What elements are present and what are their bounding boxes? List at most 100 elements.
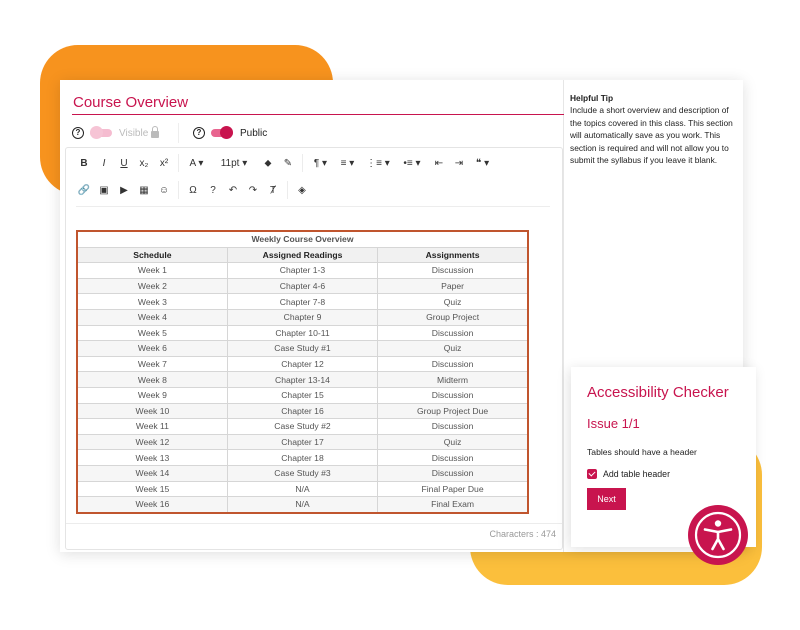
table-cell[interactable]: Discussion: [378, 263, 528, 279]
table-row: Week 8Chapter 13-14Midterm: [77, 372, 528, 388]
table-cell[interactable]: Final Paper Due: [378, 481, 528, 497]
subscript-button[interactable]: x₂: [134, 152, 154, 174]
unordered-list-dropdown[interactable]: •≡ ▾: [395, 152, 429, 174]
table-cell[interactable]: Week 7: [77, 356, 227, 372]
help-circle-icon[interactable]: ?: [193, 127, 205, 139]
table-cell[interactable]: Week 6: [77, 341, 227, 357]
table-cell[interactable]: Chapter 17: [227, 434, 377, 450]
table-cell[interactable]: Discussion: [378, 465, 528, 481]
table-row: Week 4Chapter 9Group Project: [77, 309, 528, 325]
font-color-dropdown[interactable]: A ▾: [183, 152, 210, 174]
table-cell[interactable]: Week 13: [77, 450, 227, 466]
paragraph-dropdown[interactable]: ¶ ▾: [307, 152, 334, 174]
fill-color-icon[interactable]: ⬥: [258, 152, 278, 174]
emoji-icon[interactable]: ☺: [154, 179, 174, 201]
public-toggle[interactable]: [211, 129, 233, 137]
table-row: Week 1Chapter 1-3Discussion: [77, 263, 528, 279]
table-cell[interactable]: Week 5: [77, 325, 227, 341]
table-cell[interactable]: Week 8: [77, 372, 227, 388]
table-cell[interactable]: Chapter 16: [227, 403, 377, 419]
table-cell[interactable]: Week 14: [77, 465, 227, 481]
tip-title: Helpful Tip: [570, 92, 738, 104]
table-cell[interactable]: Discussion: [378, 450, 528, 466]
table-cell[interactable]: Week 3: [77, 294, 227, 310]
table-cell[interactable]: Chapter 1-3: [227, 263, 377, 279]
clear-format-icon[interactable]: Ⱦ: [263, 179, 283, 201]
table-cell[interactable]: Final Exam: [378, 497, 528, 513]
table-row: Week 13Chapter 18Discussion: [77, 450, 528, 466]
source-code-icon[interactable]: ◈: [292, 179, 312, 201]
table-cell[interactable]: Week 1: [77, 263, 227, 279]
table-cell[interactable]: Week 11: [77, 419, 227, 435]
table-cell[interactable]: Group Project: [378, 309, 528, 325]
visible-toggle[interactable]: [90, 129, 112, 137]
help-circle-icon[interactable]: ?: [72, 127, 84, 139]
table-cell[interactable]: Midterm: [378, 372, 528, 388]
table-cell[interactable]: N/A: [227, 497, 377, 513]
table-cell[interactable]: Case Study #2: [227, 419, 377, 435]
table-cell[interactable]: Week 9: [77, 387, 227, 403]
table-cell[interactable]: Quiz: [378, 434, 528, 450]
table-cell[interactable]: Chapter 10-11: [227, 325, 377, 341]
table-cell[interactable]: Week 16: [77, 497, 227, 513]
table-cell[interactable]: Case Study #1: [227, 341, 377, 357]
table-cell[interactable]: Chapter 12: [227, 356, 377, 372]
table-cell[interactable]: Week 2: [77, 278, 227, 294]
table-cell[interactable]: Discussion: [378, 387, 528, 403]
table-cell[interactable]: Discussion: [378, 325, 528, 341]
public-toggle-group: ? Public: [193, 123, 267, 143]
redo-icon[interactable]: ↷: [243, 179, 263, 201]
toolbar-divider: [76, 206, 550, 207]
next-button[interactable]: Next: [587, 488, 626, 510]
table-cell[interactable]: Chapter 13-14: [227, 372, 377, 388]
align-dropdown[interactable]: ≡ ▾: [334, 152, 361, 174]
superscript-button[interactable]: x²: [154, 152, 174, 174]
special-char-icon[interactable]: Ω: [183, 179, 203, 201]
link-icon[interactable]: 🔗: [74, 179, 94, 201]
help-icon[interactable]: ?: [203, 179, 223, 201]
table-cell[interactable]: Group Project Due: [378, 403, 528, 419]
editor-area: Course Overview ? Visible ? Public BIUx₂…: [60, 80, 564, 552]
table-cell[interactable]: Quiz: [378, 294, 528, 310]
toolbar-separator: [287, 181, 288, 199]
add-header-checkbox[interactable]: [587, 469, 597, 479]
table-cell[interactable]: Chapter 4-6: [227, 278, 377, 294]
table-cell[interactable]: Chapter 7-8: [227, 294, 377, 310]
editor-footer-divider: [66, 523, 562, 524]
table-cell[interactable]: Chapter 15: [227, 387, 377, 403]
highlight-icon[interactable]: ✎: [278, 152, 298, 174]
table-row: Week 11Case Study #2Discussion: [77, 419, 528, 435]
video-icon[interactable]: ▶: [114, 179, 134, 201]
indent-icon[interactable]: ⇥: [449, 152, 469, 174]
outdent-icon[interactable]: ⇤: [429, 152, 449, 174]
table-cell[interactable]: Week 12: [77, 434, 227, 450]
table-cell[interactable]: Week 15: [77, 481, 227, 497]
weekly-course-table[interactable]: Weekly Course Overview ScheduleAssigned …: [76, 230, 529, 514]
undo-icon[interactable]: ↶: [223, 179, 243, 201]
table-cell[interactable]: Discussion: [378, 419, 528, 435]
table-cell[interactable]: Quiz: [378, 341, 528, 357]
table-cell[interactable]: Case Study #3: [227, 465, 377, 481]
font-size-dropdown[interactable]: 11pt ▾: [210, 152, 258, 174]
quote-dropdown[interactable]: ❝ ▾: [469, 152, 496, 174]
add-header-option[interactable]: Add table header: [587, 469, 670, 479]
table-cell[interactable]: Chapter 9: [227, 309, 377, 325]
table-header-row: ScheduleAssigned ReadingsAssignments: [77, 247, 528, 263]
table-body: Week 1Chapter 1-3DiscussionWeek 2Chapter…: [77, 263, 528, 513]
accessibility-icon[interactable]: [688, 505, 748, 565]
underline-button[interactable]: U: [114, 152, 134, 174]
ordered-list-dropdown[interactable]: ⋮≡ ▾: [361, 152, 395, 174]
image-icon[interactable]: ▣: [94, 179, 114, 201]
italic-button[interactable]: I: [94, 152, 114, 174]
table-cell[interactable]: Discussion: [378, 356, 528, 372]
table-cell[interactable]: N/A: [227, 481, 377, 497]
table-cell[interactable]: Week 10: [77, 403, 227, 419]
table-cell[interactable]: Chapter 18: [227, 450, 377, 466]
bold-button[interactable]: B: [74, 152, 94, 174]
table-icon[interactable]: ▦: [134, 179, 154, 201]
title-underline: [72, 114, 564, 115]
rich-text-editor[interactable]: BIUx₂x² A ▾11pt ▾⬥✎ ¶ ▾≡ ▾⋮≡ ▾•≡ ▾⇤⇥❝ ▾ 🔗▣…: [65, 147, 563, 550]
table-row: Week 14Case Study #3Discussion: [77, 465, 528, 481]
table-cell[interactable]: Week 4: [77, 309, 227, 325]
table-cell[interactable]: Paper: [378, 278, 528, 294]
